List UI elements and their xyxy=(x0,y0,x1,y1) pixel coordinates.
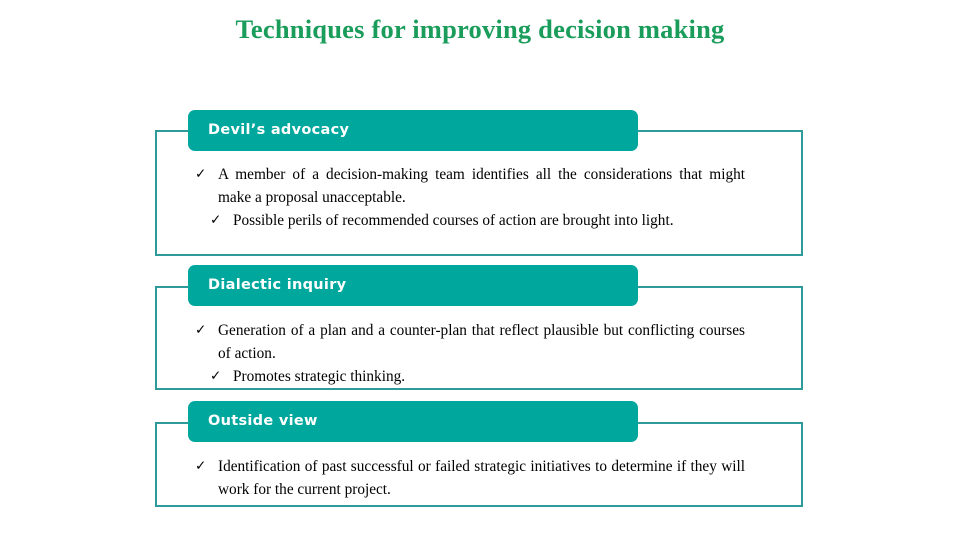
check-mark-icon: ✓ xyxy=(195,458,207,474)
list-item: ✓ A member of a decision-making team ide… xyxy=(195,164,745,210)
list-item-text: A member of a decision-making team ident… xyxy=(218,166,745,206)
check-mark-icon: ✓ xyxy=(195,322,207,338)
section-header-label: Devil’s advocacy xyxy=(208,122,350,139)
section-header-label: Outside view xyxy=(208,413,318,430)
section-outside-view: Outside view ✓ Identification of past su… xyxy=(155,401,803,507)
check-mark-icon: ✓ xyxy=(210,211,222,228)
slide-canvas: Techniques for improving decision making… xyxy=(0,0,960,540)
list-item: ✓ Promotes strategic thinking. xyxy=(195,366,745,389)
list-item: ✓ Identification of past successful or f… xyxy=(195,456,745,502)
check-mark-icon: ✓ xyxy=(210,367,222,384)
list-item: ✓ Possible perils of recommended courses… xyxy=(195,210,745,233)
section-dialectic-inquiry: Dialectic inquiry ✓ Generation of a plan… xyxy=(155,265,803,390)
page-title: Techniques for improving decision making xyxy=(235,14,725,44)
list-item: ✓ Generation of a plan and a counter-pla… xyxy=(195,320,745,366)
section-header-dialectic-inquiry[interactable]: Dialectic inquiry xyxy=(188,265,638,306)
list-item-text: Possible perils of recommended courses o… xyxy=(233,211,674,229)
list-item-text: Identification of past successful or fai… xyxy=(218,458,745,498)
list-item-text: Generation of a plan and a counter-plan … xyxy=(218,322,745,362)
section-header-outside-view[interactable]: Outside view xyxy=(188,401,638,442)
list-item-text: Promotes strategic thinking. xyxy=(233,367,406,385)
section-header-devils-advocacy[interactable]: Devil’s advocacy xyxy=(188,110,638,151)
section-devils-advocacy: Devil’s advocacy ✓ A member of a decisio… xyxy=(155,110,803,256)
section-header-label: Dialectic inquiry xyxy=(208,277,347,294)
check-mark-icon: ✓ xyxy=(195,166,207,182)
